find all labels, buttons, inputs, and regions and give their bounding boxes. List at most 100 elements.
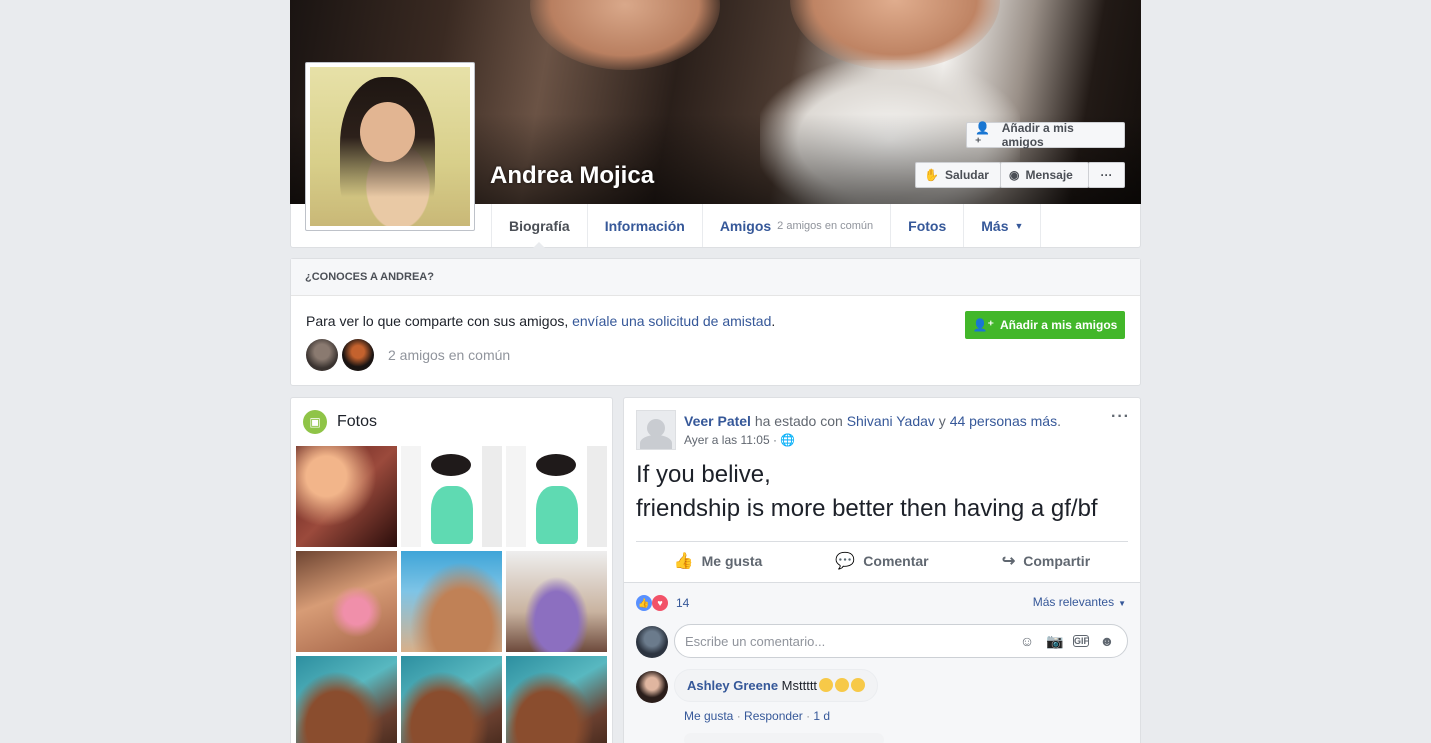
comment-box[interactable]: ☺ 📷 GIF ☻ <box>674 624 1128 658</box>
smile-emoji-icon <box>819 678 834 692</box>
post-text-line: If you belive, <box>636 461 771 488</box>
tab-amigos[interactable]: Amigos 2 amigos en común <box>701 204 890 247</box>
chevron-down-icon: ▼ <box>1014 220 1024 231</box>
comment-author[interactable]: Ashley Greene <box>687 678 778 693</box>
reaction-summary[interactable]: 👍 ♥ 14 <box>636 595 689 611</box>
tab-informacion[interactable]: Información <box>586 204 702 247</box>
add-friend-button[interactable]: 👤⁺ Añadir a mis amigos <box>965 311 1125 339</box>
share-label: Compartir <box>1023 553 1091 569</box>
avatar[interactable] <box>636 410 676 450</box>
add-friend-icon: 👤⁺ <box>972 318 994 332</box>
avatar-body <box>640 435 672 449</box>
post-author-line: Veer Patel ha estado con Shivani Yadav y… <box>684 413 1061 429</box>
comment-button[interactable]: 💬 Comentar <box>800 543 964 579</box>
avatar[interactable] <box>342 339 374 371</box>
dot-separator: · <box>802 709 814 723</box>
emoji-icon[interactable]: ☺ <box>1017 633 1037 649</box>
photos-header[interactable]: ▣ Fotos <box>303 410 377 434</box>
post-tagged-others[interactable]: 44 personas más <box>950 413 1057 429</box>
love-reaction-icon: ♥ <box>652 595 668 611</box>
tab-biografia[interactable]: Biografía <box>491 204 587 248</box>
profile-tabs: Biografía Información Amigos 2 amigos en … <box>491 204 1042 248</box>
sticker-icon[interactable]: ☻ <box>1097 633 1117 649</box>
know-text: Para ver lo que comparte con sus amigos,… <box>306 313 775 329</box>
post-author[interactable]: Veer Patel <box>684 413 751 429</box>
photo-thumbnail[interactable] <box>401 446 502 547</box>
reply-preview[interactable] <box>684 733 884 743</box>
post-tagged-user[interactable]: Shivani Yadav <box>847 413 935 429</box>
profile-picture-image <box>310 67 470 227</box>
avatar[interactable] <box>636 671 668 703</box>
sort-label: Más relevantes <box>1032 595 1115 609</box>
profile-picture[interactable] <box>305 62 475 231</box>
like-reaction-icon: 👍 <box>636 595 652 611</box>
photo-thumbnail[interactable] <box>506 656 607 743</box>
post-card: Veer Patel ha estado con Shivani Yadav y… <box>623 397 1141 743</box>
comment-meta: Me gusta · Responder · 1 d <box>684 709 830 723</box>
photo-thumbnail[interactable] <box>506 551 607 652</box>
avatar[interactable] <box>636 626 668 658</box>
post-period: . <box>1057 413 1061 429</box>
photo-thumbnail[interactable] <box>296 446 397 547</box>
photo-grid <box>296 446 607 743</box>
comments-section: 👍 ♥ 14 Más relevantes▼ ☺ 📷 GIF ☻ Ashley … <box>624 582 1140 743</box>
tab-mas-label: Más <box>981 217 1009 234</box>
wave-button[interactable]: ✋ Saludar <box>915 162 1001 188</box>
tab-mas[interactable]: Más ▼ <box>963 204 1042 247</box>
like-button[interactable]: 👍 Me gusta <box>636 543 800 579</box>
post-text: If you belive, friendship is more better… <box>636 458 1098 526</box>
know-text-end: . <box>771 313 776 329</box>
message-label: Mensaje <box>1025 168 1073 182</box>
send-request-link[interactable]: envíale una solicitud de amistad <box>572 313 771 329</box>
dot-separator: · <box>733 709 745 723</box>
like-label: Me gusta <box>701 553 763 569</box>
add-friend-label: Añadir a mis amigos <box>999 318 1118 332</box>
message-button[interactable]: ◉ Mensaje <box>1000 162 1089 188</box>
divider <box>636 541 1128 542</box>
more-options-icon: ··· <box>1100 168 1113 182</box>
mutual-friends[interactable]: 2 amigos en común <box>306 339 510 371</box>
comment-bubble: Ashley Greene Msttttt <box>674 669 879 702</box>
post-and-text: y <box>934 413 950 429</box>
profile-name[interactable]: Andrea Mojica <box>490 162 654 190</box>
camera-icon[interactable]: 📷 <box>1045 633 1065 650</box>
photos-title: Fotos <box>337 413 378 430</box>
mutual-friends-count[interactable]: 2 amigos en común <box>388 347 510 363</box>
add-friend-cover-button[interactable]: 👤⁺ Añadir a mis amigos <box>966 121 1125 149</box>
photo-thumbnail[interactable] <box>296 656 397 743</box>
post-with-text: ha estado con <box>750 413 847 429</box>
photo-thumbnail[interactable] <box>296 551 397 652</box>
add-friend-icon: 👤⁺ <box>975 121 990 149</box>
tab-fotos[interactable]: Fotos <box>890 204 963 247</box>
post-time[interactable]: Ayer a las 11:05 <box>684 433 770 447</box>
comment-like-link[interactable]: Me gusta <box>684 709 733 723</box>
post-options-icon[interactable]: ··· <box>1111 408 1130 426</box>
tab-fotos-label: Fotos <box>908 217 947 234</box>
share-icon: ↪ <box>1001 553 1016 570</box>
comment-icon: 💬 <box>835 553 856 570</box>
tab-amigos-sub: 2 amigos en común <box>777 219 874 232</box>
post-actions: 👍 Me gusta 💬 Comentar ↪ Compartir <box>636 543 1128 579</box>
wave-label: Saludar <box>944 168 989 182</box>
avatar[interactable] <box>306 339 338 371</box>
photo-thumbnail[interactable] <box>506 446 607 547</box>
thumbs-up-icon: 👍 <box>673 553 694 570</box>
smile-emoji-icon <box>835 678 850 692</box>
comment-composer: ☺ 📷 GIF ☻ <box>636 624 1128 658</box>
tab-informacion-label: Información <box>604 217 685 234</box>
photo-thumbnail[interactable] <box>401 551 502 652</box>
comment-input[interactable] <box>685 633 1009 649</box>
more-options-button[interactable]: ··· <box>1088 162 1125 188</box>
post-timestamp[interactable]: Ayer a las 11:05 · 🌐 <box>684 433 795 447</box>
know-header: ¿CONOCES A ANDREA? <box>291 259 1140 296</box>
post-text-line: friendship is more better then having a … <box>636 495 1098 522</box>
comment-reply-link[interactable]: Responder <box>744 709 803 723</box>
tab-amigos-label: Amigos <box>719 217 772 234</box>
know-text-start: Para ver lo que comparte con sus amigos, <box>306 313 573 329</box>
share-button[interactable]: ↪ Compartir <box>964 543 1128 579</box>
photo-icon: ▣ <box>303 410 327 434</box>
photo-thumbnail[interactable] <box>401 656 502 743</box>
sort-comments-dropdown[interactable]: Más relevantes ▼ <box>1033 595 1126 609</box>
gif-icon[interactable]: GIF <box>1073 635 1089 647</box>
comment-age[interactable]: 1 d <box>813 709 830 723</box>
